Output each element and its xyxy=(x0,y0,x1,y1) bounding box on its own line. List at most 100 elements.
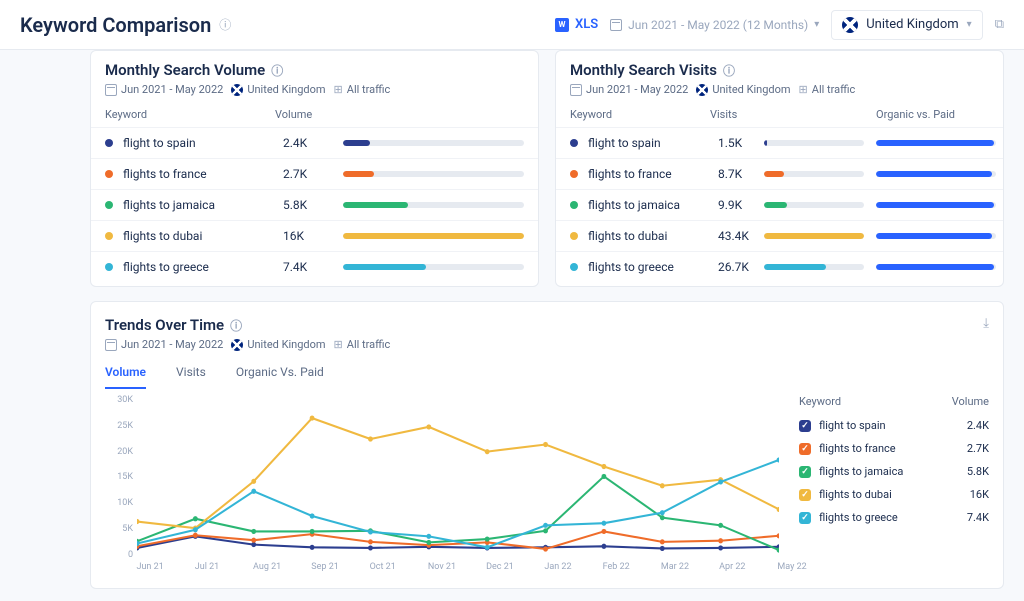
legend-item[interactable]: ✓flights to jamaica5.8K xyxy=(799,460,989,483)
line-chart: 30K25K20K15K10K5K0 Jun 21Jul 21Aug 21Sep… xyxy=(105,395,779,580)
point[interactable] xyxy=(660,546,665,551)
checkbox-icon[interactable]: ✓ xyxy=(799,466,811,478)
point[interactable] xyxy=(368,529,373,534)
point[interactable] xyxy=(543,442,548,447)
point[interactable] xyxy=(718,523,723,528)
point[interactable] xyxy=(426,540,431,545)
point[interactable] xyxy=(485,449,490,454)
point[interactable] xyxy=(601,529,606,534)
table-row[interactable]: flights to greece 26.7K xyxy=(556,251,1003,282)
point[interactable] xyxy=(310,416,315,421)
point[interactable] xyxy=(310,513,315,518)
visits-value: 9.9K xyxy=(718,198,764,212)
point[interactable] xyxy=(426,424,431,429)
point[interactable] xyxy=(368,539,373,544)
point[interactable] xyxy=(368,436,373,441)
date-range-label: Jun 2021 - May 2022 (12 Months) xyxy=(628,18,808,32)
meta-date: Jun 2021 - May 2022 xyxy=(105,83,223,96)
table-row[interactable]: flights to dubai 43.4K xyxy=(556,220,1003,251)
info-icon[interactable]: ⓘ xyxy=(219,16,231,33)
chevron-down-icon: ▾ xyxy=(967,19,972,30)
country-selector[interactable]: United Kingdom ▾ xyxy=(831,10,982,40)
point[interactable] xyxy=(251,489,256,494)
point[interactable] xyxy=(251,538,256,543)
point[interactable] xyxy=(193,527,198,532)
point[interactable] xyxy=(601,474,606,479)
export-xls-button[interactable]: W XLS xyxy=(555,17,598,32)
point[interactable] xyxy=(543,546,548,551)
y-tick: 25K xyxy=(105,421,133,431)
point[interactable] xyxy=(251,529,256,534)
line-dubai xyxy=(137,418,779,528)
point[interactable] xyxy=(660,515,665,520)
point[interactable] xyxy=(485,537,490,542)
legend-label: flight to spain xyxy=(819,419,886,432)
info-icon[interactable]: ⓘ xyxy=(723,62,735,79)
legend-item[interactable]: ✓flights to france2.7K xyxy=(799,437,989,460)
point[interactable] xyxy=(251,479,256,484)
point[interactable] xyxy=(251,542,256,547)
bar-track xyxy=(764,202,864,208)
tab-visits[interactable]: Visits xyxy=(176,365,206,389)
info-icon[interactable]: ⓘ xyxy=(271,62,283,79)
table-row[interactable]: flights to dubai 16K xyxy=(91,220,538,251)
ovp-track xyxy=(876,171,996,177)
point[interactable] xyxy=(543,523,548,528)
point[interactable] xyxy=(485,545,490,550)
point[interactable] xyxy=(310,529,315,534)
bar-track xyxy=(764,140,864,146)
page-title: Keyword Comparison xyxy=(20,13,211,37)
chevron-down-icon: ▾ xyxy=(814,19,819,30)
table-row[interactable]: flights to france 2.7K xyxy=(91,158,538,189)
flag-uk-icon xyxy=(696,84,708,96)
compare-icon[interactable]: ⧉ xyxy=(995,17,1004,32)
info-icon[interactable]: ⓘ xyxy=(230,317,242,334)
checkbox-icon[interactable]: ✓ xyxy=(799,489,811,501)
legend-item[interactable]: ✓flights to dubai16K xyxy=(799,483,989,506)
device-icon: ⊞ xyxy=(334,83,343,96)
date-range-selector[interactable]: Jun 2021 - May 2022 (12 Months) ▾ xyxy=(610,18,819,32)
ovp-track xyxy=(876,264,996,270)
legend-item[interactable]: ✓flight to spain2.4K xyxy=(799,414,989,437)
point[interactable] xyxy=(660,539,665,544)
keyword-label: flights to greece xyxy=(588,260,718,274)
bar-track xyxy=(343,233,524,239)
point[interactable] xyxy=(193,516,198,521)
table-row[interactable]: flights to jamaica 9.9K xyxy=(556,189,1003,220)
bar-track xyxy=(343,171,524,177)
point[interactable] xyxy=(137,519,139,524)
point[interactable] xyxy=(601,521,606,526)
table-row[interactable]: flights to greece 7.4K xyxy=(91,251,538,282)
card-title: Trends Over Time xyxy=(105,316,224,334)
tab-volume[interactable]: Volume xyxy=(105,365,146,389)
color-dot xyxy=(105,170,113,178)
table-row[interactable]: flight to spain 2.4K xyxy=(91,127,538,158)
tab-organic-vs-paid[interactable]: Organic Vs. Paid xyxy=(236,365,324,389)
point[interactable] xyxy=(193,533,198,538)
point[interactable] xyxy=(660,483,665,488)
point[interactable] xyxy=(310,545,315,550)
y-tick: 5K xyxy=(105,524,133,534)
checkbox-icon[interactable]: ✓ xyxy=(799,512,811,524)
point[interactable] xyxy=(601,544,606,549)
keyword-label: flights to dubai xyxy=(588,229,718,243)
point[interactable] xyxy=(543,528,548,533)
table-row[interactable]: flights to jamaica 5.8K xyxy=(91,189,538,220)
point[interactable] xyxy=(368,545,373,550)
point[interactable] xyxy=(718,545,723,550)
checkbox-icon[interactable]: ✓ xyxy=(799,443,811,455)
table-row[interactable]: flights to france 8.7K xyxy=(556,158,1003,189)
download-icon[interactable]: ⤓ xyxy=(983,316,989,331)
color-dot xyxy=(105,201,113,209)
point[interactable] xyxy=(601,464,606,469)
point[interactable] xyxy=(660,510,665,515)
point[interactable] xyxy=(718,538,723,543)
color-dot xyxy=(105,263,113,271)
point[interactable] xyxy=(777,533,779,538)
point[interactable] xyxy=(426,534,431,539)
table-row[interactable]: flight to spain 1.5K xyxy=(556,127,1003,158)
legend-item[interactable]: ✓flights to greece7.4K xyxy=(799,506,989,529)
point[interactable] xyxy=(718,479,723,484)
device-icon: ⊞ xyxy=(334,338,343,351)
checkbox-icon[interactable]: ✓ xyxy=(799,420,811,432)
